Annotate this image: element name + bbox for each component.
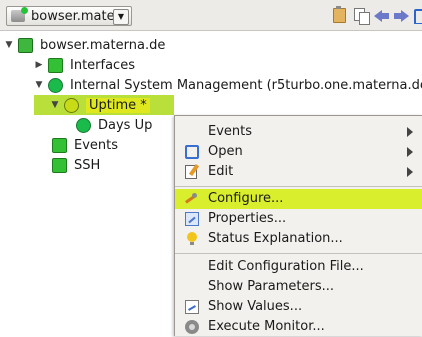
tree-node-ssh[interactable]: SSH — [48, 155, 100, 175]
host-selector-dropdown[interactable]: bowser.mate... ▼ — [6, 6, 132, 26]
events-icon — [52, 137, 67, 153]
chevron-down-icon[interactable]: ▼ — [113, 9, 129, 25]
menu-item-configure[interactable]: Configure... — [175, 189, 422, 209]
menu-item-edit[interactable]: Edit — [175, 162, 422, 182]
menu-item-label: Properties... — [208, 211, 287, 226]
edit-pencil-icon — [185, 165, 197, 179]
collapsed-twisty-icon[interactable]: ▶ — [34, 60, 44, 70]
submenu-arrow-icon — [407, 147, 413, 157]
submenu-arrow-icon — [407, 167, 413, 177]
menu-item-label: Execute Monitor... — [208, 319, 325, 334]
menu-item-execute-monitor[interactable]: Execute Monitor... — [175, 317, 422, 337]
tree-node-label: Days Up — [98, 117, 153, 133]
system-management-icon — [48, 77, 63, 93]
tree-node-label: bowser.materna.de — [40, 37, 166, 53]
tree-node-events[interactable]: Events — [48, 135, 118, 155]
gear-icon — [185, 320, 199, 334]
lightbulb-icon — [185, 232, 199, 246]
interfaces-icon — [48, 57, 63, 73]
uptime-warning-icon — [64, 97, 79, 113]
tree-node-label: SSH — [74, 157, 101, 173]
menu-item-label: Open — [208, 144, 243, 159]
host-status-icon — [11, 7, 28, 22]
tree-node-root[interactable]: ▼ bowser.materna.de — [4, 35, 165, 55]
tree-node-label: Internal System Management (r5turbo.one.… — [70, 77, 422, 93]
tree-node-label: Interfaces — [70, 57, 135, 73]
menu-separator — [175, 186, 422, 187]
expanded-twisty-icon[interactable]: ▼ — [50, 100, 60, 110]
tree-node-internal-system-management[interactable]: ▼ Internal System Management (r5turbo.on… — [34, 75, 422, 95]
ssh-icon — [52, 157, 67, 173]
properties-icon — [185, 212, 199, 226]
menu-item-label: Show Parameters... — [208, 279, 335, 294]
menu-item-label: Configure... — [208, 191, 284, 206]
host-icon — [18, 37, 33, 53]
tree-node-interfaces[interactable]: ▶ Interfaces — [34, 55, 135, 75]
chart-values-icon — [185, 300, 199, 314]
menu-item-label: Edit Configuration File... — [208, 259, 364, 274]
submenu-arrow-icon — [407, 127, 413, 137]
tree-node-label: Uptime * — [86, 97, 150, 113]
menu-item-label: Status Explanation... — [208, 231, 343, 246]
menu-item-label: Show Values... — [208, 299, 303, 314]
expanded-twisty-icon[interactable]: ▼ — [4, 40, 14, 50]
menu-item-status-explanation[interactable]: Status Explanation... — [175, 229, 422, 249]
host-selector-label: bowser.mate... — [31, 8, 117, 24]
menu-item-show-parameters[interactable]: Show Parameters... — [175, 277, 422, 297]
toolbar: bowser.mate... ▼ — [0, 0, 422, 31]
tree-node-uptime[interactable]: ▼ Uptime * — [34, 95, 174, 115]
clipboard-icon[interactable] — [330, 6, 348, 24]
forward-arrow-icon[interactable] — [393, 6, 411, 24]
menu-item-properties[interactable]: Properties... — [175, 209, 422, 229]
menu-item-edit-config-file[interactable]: Edit Configuration File... — [175, 257, 422, 277]
tree-node-days-up[interactable]: Days Up — [72, 115, 152, 135]
wrench-icon — [185, 192, 199, 206]
menu-item-events[interactable]: Events — [175, 122, 422, 142]
context-menu: Events Open Edit Configure... Properties… — [174, 115, 422, 336]
tree-node-label: Events — [74, 137, 119, 153]
copy-icon[interactable] — [352, 6, 370, 25]
expanded-twisty-icon[interactable]: ▼ — [34, 80, 44, 90]
open-window-icon — [185, 145, 199, 159]
menu-item-label: Events — [208, 124, 253, 139]
menu-item-label: Edit — [208, 164, 234, 179]
menu-item-show-values[interactable]: Show Values... — [175, 297, 422, 317]
menu-item-open[interactable]: Open — [175, 142, 422, 162]
menu-separator — [175, 253, 422, 254]
back-arrow-icon[interactable] — [373, 6, 391, 24]
new-window-icon[interactable] — [413, 6, 422, 24]
days-up-icon — [76, 117, 91, 133]
